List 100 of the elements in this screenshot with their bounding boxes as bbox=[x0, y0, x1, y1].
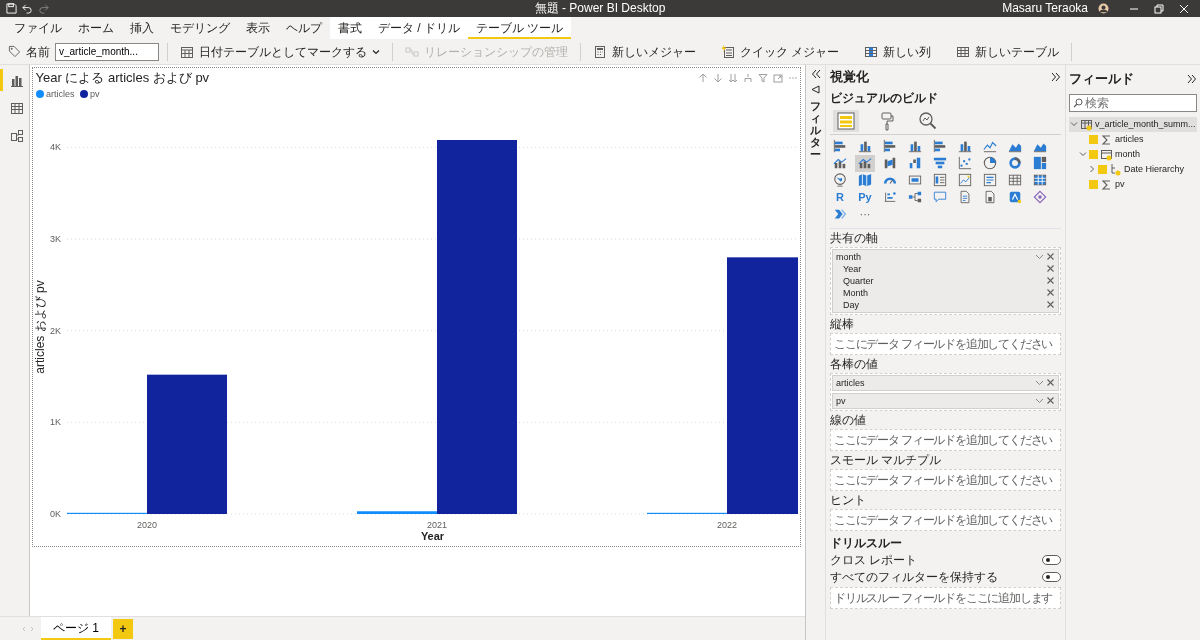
close-icon[interactable] bbox=[1179, 3, 1189, 14]
filter-icon[interactable] bbox=[757, 72, 768, 83]
node-diagram-icon bbox=[883, 190, 897, 204]
double-arrow-down-icon[interactable] bbox=[727, 72, 738, 83]
field-list-item[interactable]: Date Hierarchy bbox=[1069, 161, 1197, 177]
name-field[interactable]: v_article_month... bbox=[55, 42, 159, 61]
checkbox[interactable] bbox=[1089, 179, 1098, 189]
checkbox[interactable] bbox=[1089, 134, 1098, 144]
field-list-item[interactable]: pv bbox=[1069, 176, 1197, 192]
kpi-icon bbox=[958, 173, 972, 187]
chevron-down-icon[interactable] bbox=[1034, 252, 1044, 261]
field-chip[interactable]: pv bbox=[832, 392, 1059, 409]
drop-field[interactable]: ここにデータ フィールドを追加してください bbox=[830, 468, 1061, 491]
table-icon bbox=[1080, 117, 1093, 131]
focus-mode-icon[interactable] bbox=[772, 72, 783, 83]
matrix-icon bbox=[1033, 173, 1047, 187]
toggle-switch[interactable] bbox=[1042, 555, 1061, 565]
hierarchy-icon bbox=[1109, 162, 1122, 176]
ribbon-tab[interactable]: ヘルプ bbox=[278, 17, 330, 39]
user-name: Masaru Teraoka bbox=[1002, 0, 1088, 17]
fork-icon[interactable] bbox=[742, 72, 753, 83]
ribbon-tab[interactable]: モデリング bbox=[162, 17, 238, 39]
toggle-switch[interactable] bbox=[1042, 572, 1061, 582]
arrow-up-icon[interactable] bbox=[697, 72, 708, 83]
drop-field[interactable]: ここにデータ フィールドを追加してください bbox=[830, 332, 1061, 355]
well-label: スモール マルチプル bbox=[830, 452, 943, 468]
avatar-icon[interactable] bbox=[1098, 3, 1109, 14]
chevron-down-icon[interactable] bbox=[1079, 150, 1087, 158]
ribbon-tab[interactable]: 表示 bbox=[238, 17, 278, 39]
visual-type-button[interactable]: ··· bbox=[855, 205, 875, 223]
hierarchy-level: Quarter bbox=[843, 274, 874, 287]
collapse-icon[interactable] bbox=[810, 69, 821, 79]
arrow-down-icon[interactable] bbox=[712, 72, 723, 83]
pane-title: 視覚化 bbox=[830, 68, 869, 86]
visual-type-button[interactable]: Py bbox=[855, 188, 875, 206]
field-chip[interactable]: month Year Quarter Month Day bbox=[832, 248, 1059, 313]
funnel-icon bbox=[933, 156, 947, 170]
toolbar-button[interactable]: 新しいテーブル bbox=[952, 40, 1064, 63]
relationship-icon bbox=[405, 44, 419, 59]
remove-icon[interactable] bbox=[1046, 276, 1055, 285]
field-list-item[interactable]: v_article_month_summ... bbox=[1069, 116, 1197, 132]
search-field[interactable]: 検索 bbox=[1069, 93, 1197, 112]
remove-icon[interactable] bbox=[1046, 300, 1055, 309]
diamond-icon bbox=[1033, 190, 1047, 204]
remove-icon[interactable] bbox=[1046, 252, 1055, 261]
well-label: ヒント bbox=[830, 492, 867, 508]
undo-icon[interactable] bbox=[22, 3, 33, 14]
x-axis-title: Year bbox=[420, 530, 445, 542]
calendar-icon bbox=[1100, 147, 1113, 161]
checkbox[interactable] bbox=[1098, 164, 1107, 174]
toolbar-button[interactable]: 日付テーブルとしてマークする bbox=[176, 40, 384, 63]
chevron-right-icon[interactable] bbox=[1088, 165, 1096, 173]
column-chart-icon bbox=[858, 139, 872, 153]
toolbar-button[interactable]: 新しい列 bbox=[860, 40, 936, 63]
field-list-item[interactable]: month bbox=[1069, 146, 1197, 162]
y-tick-label: 0K bbox=[50, 509, 61, 519]
drop-field[interactable]: ここにデータ フィールドを追加してください bbox=[830, 508, 1061, 531]
expand-icon[interactable] bbox=[1051, 71, 1061, 82]
add-page-button[interactable]: + bbox=[113, 618, 133, 639]
filters-pane-label[interactable]: フィルター bbox=[810, 100, 821, 161]
chevron-down-icon[interactable] bbox=[1070, 120, 1078, 128]
remove-icon[interactable] bbox=[1046, 288, 1055, 297]
y-tick-label: 1K bbox=[50, 417, 61, 428]
donut-chart-icon bbox=[1008, 156, 1022, 170]
well-label: 共有の軸 bbox=[830, 230, 879, 246]
speech-bubble-icon bbox=[933, 190, 947, 204]
x-tick-label: 2020 bbox=[137, 520, 157, 530]
ribbon-tab[interactable]: ファイル bbox=[6, 17, 70, 39]
remove-icon[interactable] bbox=[1046, 396, 1055, 405]
field-list-item[interactable]: articles bbox=[1069, 131, 1197, 147]
ribbon-tab[interactable]: データ / ドリル bbox=[370, 17, 468, 39]
drop-field[interactable]: ドリルスルー フィールドをここに追加します bbox=[830, 587, 1061, 609]
search-icon bbox=[1073, 97, 1083, 108]
window-title: 無題 - Power BI Desktop bbox=[534, 1, 666, 15]
restore-icon[interactable] bbox=[1154, 3, 1164, 14]
pane-mode-button[interactable] bbox=[832, 109, 859, 132]
toolbar-button[interactable]: クイック メジャー bbox=[717, 40, 844, 63]
save-icon[interactable] bbox=[6, 3, 17, 14]
ribbon-tab[interactable]: 書式 bbox=[330, 17, 370, 39]
bar-chart-icon bbox=[9, 73, 24, 87]
sigma-icon bbox=[1100, 177, 1113, 191]
field-chip[interactable]: articles bbox=[832, 374, 1059, 391]
model-icon bbox=[9, 129, 24, 143]
expand-icon[interactable] bbox=[1187, 73, 1197, 84]
field-name: month bbox=[836, 250, 861, 263]
remove-icon[interactable] bbox=[1046, 264, 1055, 273]
page-tab[interactable]: ページ 1 bbox=[41, 617, 111, 640]
column-chart-icon bbox=[908, 139, 922, 153]
ribbon-tab[interactable]: 挿入 bbox=[122, 17, 162, 39]
toggle-label: クロス レポート bbox=[830, 552, 918, 568]
ribbon-tab[interactable]: ホーム bbox=[70, 17, 122, 39]
redo-icon[interactable] bbox=[38, 3, 49, 14]
checkbox[interactable] bbox=[1089, 149, 1098, 159]
table-column-icon bbox=[864, 44, 879, 59]
toolbar-button[interactable]: 新しいメジャー bbox=[589, 40, 700, 63]
ribbon-tab[interactable]: テーブル ツール bbox=[468, 17, 572, 39]
visual-type-button[interactable] bbox=[855, 154, 875, 172]
drop-field[interactable]: ここにデータ フィールドを追加してください bbox=[830, 428, 1061, 451]
visual-type-button[interactable]: R bbox=[830, 188, 850, 206]
remove-icon[interactable] bbox=[1046, 378, 1055, 387]
